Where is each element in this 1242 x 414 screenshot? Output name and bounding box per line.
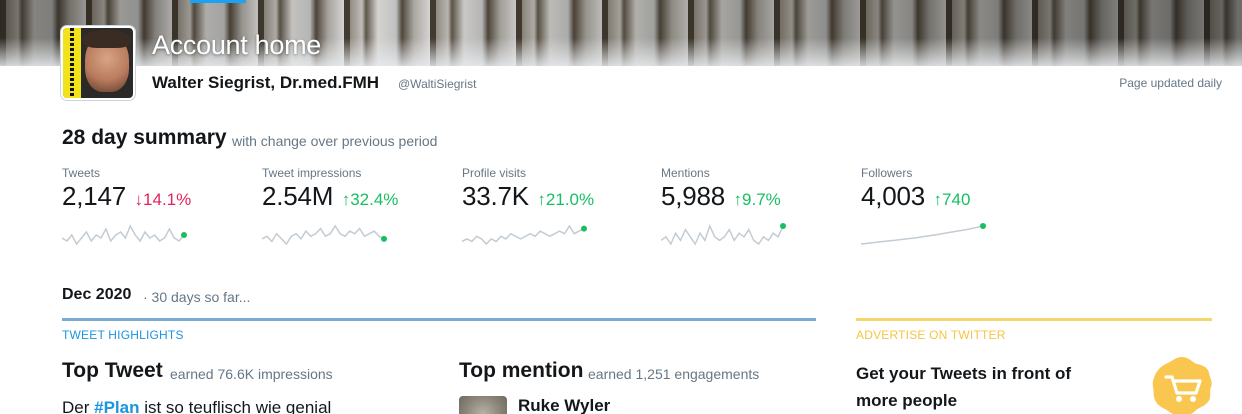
- top-tweet-title: Top Tweet: [62, 359, 163, 382]
- page-updated-note: Page updated daily: [1119, 76, 1222, 90]
- stat-change: ↑32.4%: [341, 190, 399, 209]
- sparkline-mentions: [661, 223, 786, 246]
- section-divider: [62, 318, 816, 321]
- stat-followers[interactable]: Followers 4,003 ↑740: [861, 166, 1051, 212]
- stat-change: ↑21.0%: [537, 190, 595, 209]
- sparkline-profile-visits: [462, 224, 587, 246]
- arrow-up-icon: ↑: [933, 190, 943, 209]
- top-mention-engagements: earned 1,251 engagements: [588, 366, 760, 382]
- stat-change: ↑740: [933, 190, 971, 209]
- arrow-up-icon: ↑: [341, 190, 351, 209]
- sparkline-end-dot: [980, 223, 986, 229]
- sparkline-end-dot: [780, 223, 786, 229]
- stat-value: 5,988: [661, 181, 726, 211]
- arrow-up-icon: ↑: [537, 190, 546, 209]
- advertise-text[interactable]: Get your Tweets in front of more people: [856, 360, 1116, 414]
- stat-label: Followers: [861, 166, 913, 180]
- stat-change: ↓14.1%: [134, 190, 192, 209]
- advertise-divider: [856, 318, 1212, 321]
- summary-title: 28 day summary: [62, 126, 227, 149]
- hashtag-link[interactable]: #Plan: [94, 398, 139, 414]
- page-title: Account home: [152, 30, 321, 60]
- sparkline-followers: [861, 223, 986, 245]
- profile-handle[interactable]: @WaltiSiegrist: [398, 77, 476, 91]
- sparkline-end-dot: [381, 235, 387, 242]
- avatar[interactable]: [61, 26, 135, 100]
- stat-tweets[interactable]: Tweets 2,147 ↓14.1%: [62, 166, 252, 212]
- top-mention-title: Top mention: [459, 359, 584, 382]
- month-label: Dec 2020: [62, 286, 132, 303]
- avatar-sign-strip: [63, 28, 81, 98]
- stat-mentions[interactable]: Mentions 5,988 ↑9.7%: [661, 166, 851, 212]
- avatar-hair: [83, 30, 131, 48]
- arrow-up-icon: ↑: [733, 190, 743, 209]
- sparkline-end-dot: [581, 225, 587, 232]
- sparkline-path: [661, 223, 784, 246]
- sparkline-path: [62, 224, 185, 246]
- stat-label: Profile visits: [462, 166, 527, 180]
- stat-value: 33.7K: [462, 181, 529, 211]
- sparkline-path: [262, 224, 385, 246]
- mention-name[interactable]: Ruke Wyler: [518, 396, 610, 414]
- stat-tweet-impressions[interactable]: Tweet impressions 2.54M ↑32.4%: [262, 166, 452, 212]
- sparkline-path: [861, 225, 984, 245]
- stat-change: ↑9.7%: [733, 190, 781, 209]
- stat-profile-visits[interactable]: Profile visits 33.7K ↑21.0%: [462, 166, 652, 212]
- top-tweet-text[interactable]: Der #Plan ist so teuflisch wie genial: [62, 398, 331, 414]
- top-tweet-impressions: earned 76.6K impressions: [170, 366, 333, 382]
- mention-avatar[interactable]: [459, 396, 507, 414]
- active-tab-indicator: [190, 0, 246, 3]
- advertise-heading: ADVERTISE ON TWITTER: [856, 328, 1006, 342]
- stat-value: 2.54M: [262, 181, 334, 211]
- stat-value: 4,003: [861, 181, 926, 211]
- stat-value: 2,147: [62, 181, 127, 211]
- stat-label: Mentions: [661, 166, 710, 180]
- sparkline-end-dot: [181, 232, 187, 238]
- profile-name[interactable]: Walter Siegrist, Dr.med.FMH: [152, 73, 379, 93]
- sparkline-path: [462, 224, 585, 246]
- summary-subtitle: with change over previous period: [232, 133, 438, 149]
- tweet-highlights-heading: TWEET HIGHLIGHTS: [62, 328, 184, 342]
- stat-label: Tweets: [62, 166, 101, 180]
- sparkline-tweet-impressions: [262, 224, 387, 246]
- arrow-down-icon: ↓: [134, 190, 144, 209]
- sparkline-tweets: [62, 224, 187, 246]
- stat-label: Tweet impressions: [262, 166, 362, 180]
- month-subtitle: · 30 days so far...: [143, 289, 251, 305]
- shopping-cart-icon[interactable]: [1151, 355, 1213, 414]
